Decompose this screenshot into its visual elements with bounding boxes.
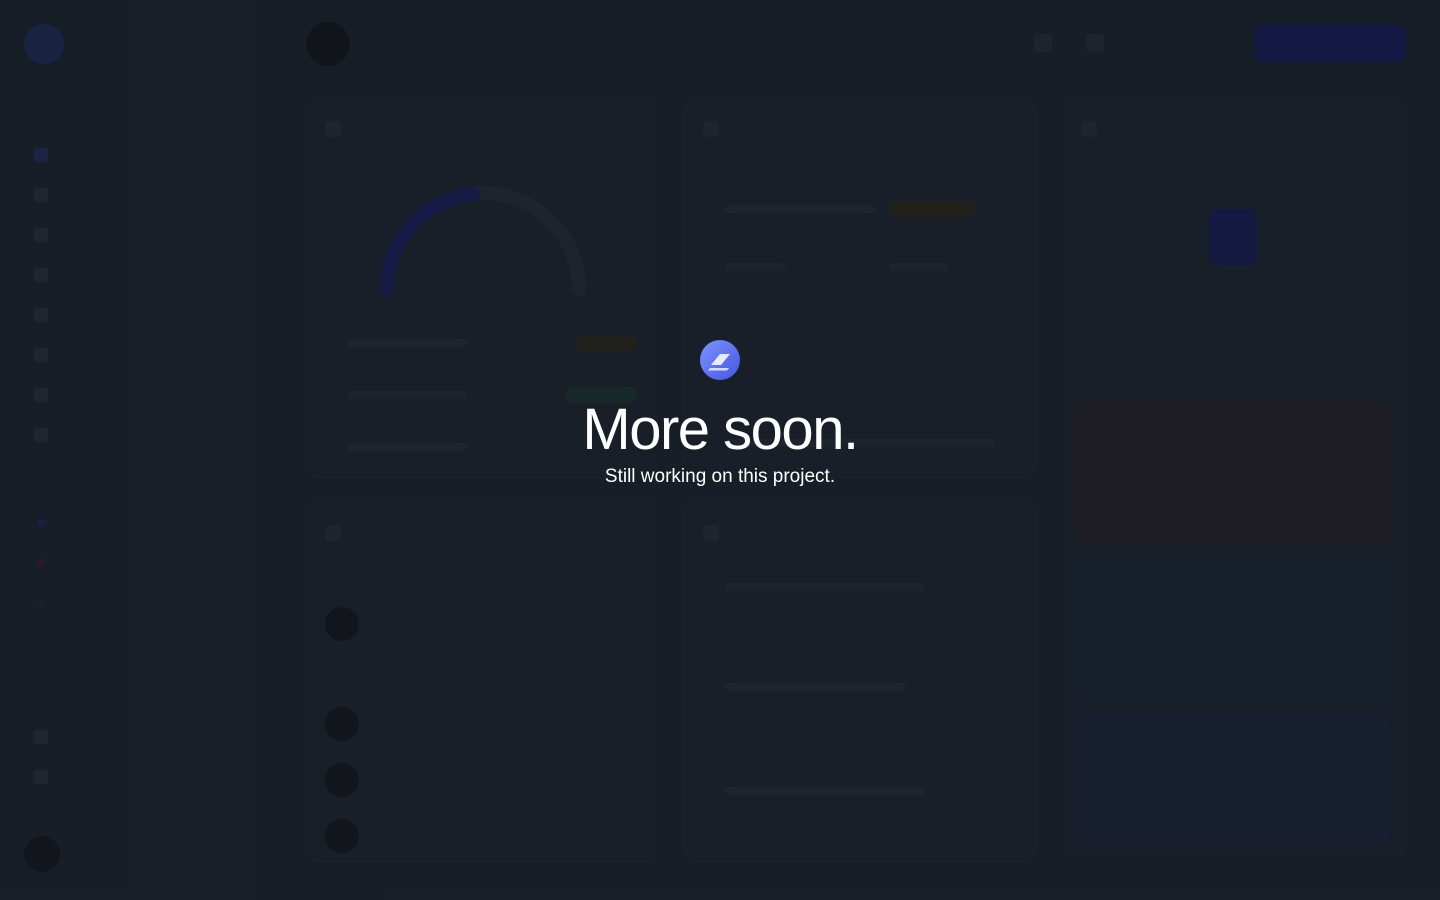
headline: More soon. [582, 397, 859, 462]
coming-soon-message: More soon. Still working on this project… [0, 0, 1440, 900]
subline: Still working on this project. [604, 466, 836, 487]
layers-logo-icon [700, 340, 740, 380]
